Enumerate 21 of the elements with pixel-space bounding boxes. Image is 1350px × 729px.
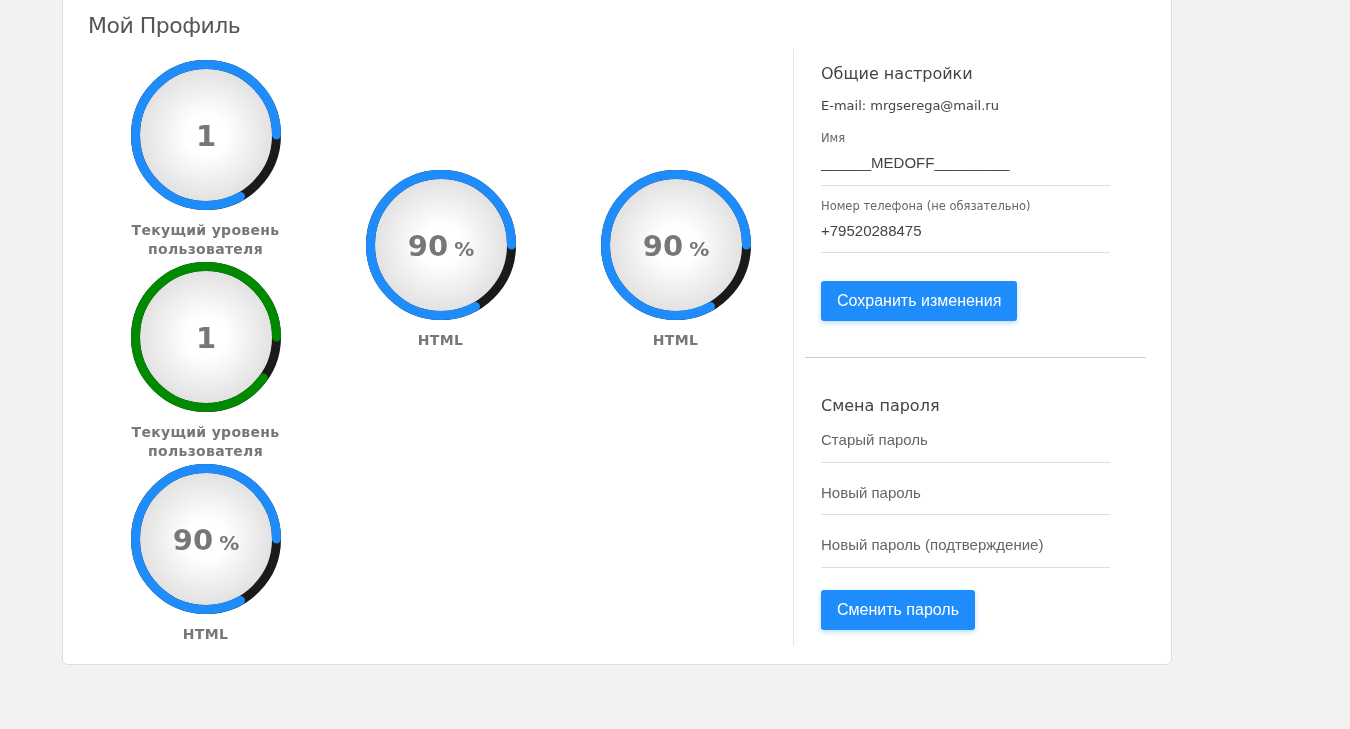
section-heading: Смена пароля (821, 395, 941, 418)
gauge-label: HTML (651, 331, 700, 351)
gauge-label: Текущий уровень пользователя (130, 423, 281, 462)
gauge-label: Текущий уровень пользователя (130, 221, 281, 260)
gauge-value: 90 % (407, 229, 474, 264)
gauge-label: HTML (181, 625, 230, 645)
gauge-value: 1 (195, 321, 216, 356)
input-field[interactable]: +79520288475 (821, 219, 1110, 254)
gauge-value: 90 % (642, 229, 709, 264)
field-label: Имя (821, 129, 847, 147)
page-title: Мой Профиль (88, 13, 242, 40)
gauge-value: 1 (195, 119, 216, 154)
input-field[interactable]: Старый пароль (821, 429, 1110, 463)
gauge-label: HTML (416, 331, 465, 351)
input-field[interactable]: Новый пароль (821, 481, 1110, 516)
email-text: E-mail: mrgserega@mail.ru (821, 97, 1000, 116)
section-heading: Общие настройки (821, 63, 974, 86)
input-field[interactable]: ______MEDOFF_________ (821, 152, 1110, 186)
gauge-value: 90 % (172, 523, 239, 558)
input-field[interactable]: Новый пароль (подтверждение) (821, 534, 1110, 568)
field-label: Номер телефона (не обязательно) (821, 197, 1032, 215)
